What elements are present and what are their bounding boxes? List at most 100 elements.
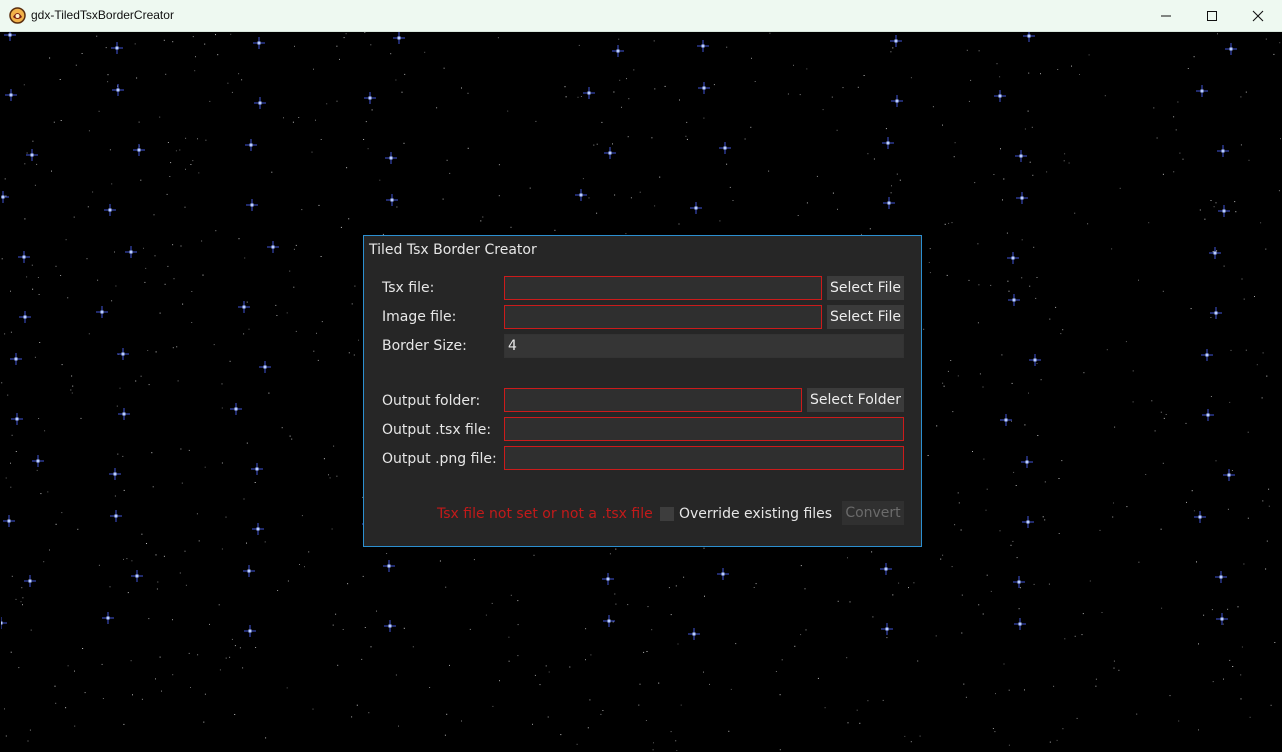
star-sparkle-icon	[125, 246, 137, 258]
star-sparkle-icon	[111, 42, 123, 54]
star-sparkle-icon	[384, 620, 396, 632]
star-sparkle-icon	[1023, 32, 1035, 42]
title-bar: gdx-TiledTsxBorderCreator	[0, 0, 1282, 32]
star-sparkle-icon	[133, 144, 145, 156]
star-sparkle-icon	[612, 45, 624, 57]
star-sparkle-icon	[697, 40, 709, 52]
star-sparkle-icon	[1209, 247, 1221, 259]
override-checkbox[interactable]	[660, 507, 674, 521]
star-sparkle-icon	[1225, 43, 1237, 55]
star-sparkle-icon	[254, 97, 266, 109]
border-size-label: Border Size:	[382, 338, 467, 354]
star-sparkle-icon	[1015, 150, 1027, 162]
star-sparkle-icon	[994, 90, 1006, 102]
star-sparkle-icon	[881, 623, 893, 635]
output-png-label: Output .png file:	[382, 451, 497, 467]
star-sparkle-icon	[688, 628, 700, 640]
star-sparkle-icon	[882, 137, 894, 149]
star-sparkle-icon	[24, 575, 36, 587]
override-checkbox-label[interactable]: Override existing files	[679, 506, 832, 522]
star-sparkle-icon	[243, 565, 255, 577]
star-sparkle-icon	[251, 463, 263, 475]
output-tsx-label: Output .tsx file:	[382, 422, 492, 438]
output-folder-label: Output folder:	[382, 393, 481, 409]
output-tsx-input[interactable]	[504, 417, 904, 441]
star-sparkle-icon	[1022, 516, 1034, 528]
minimize-icon	[1161, 15, 1171, 17]
star-sparkle-icon	[244, 625, 256, 637]
star-sparkle-icon	[3, 515, 15, 527]
tsx-file-input[interactable]	[504, 276, 822, 300]
star-sparkle-icon	[890, 35, 902, 47]
star-sparkle-icon	[1223, 469, 1235, 481]
validation-error-text: Tsx file not set or not a .tsx file	[437, 506, 653, 522]
image-file-input[interactable]	[504, 305, 822, 329]
star-sparkle-icon	[698, 82, 710, 94]
star-sparkle-icon	[583, 87, 595, 99]
star-sparkle-icon	[1016, 192, 1028, 204]
star-sparkle-icon	[19, 311, 31, 323]
star-sparkle-icon	[96, 306, 108, 318]
game-canvas: Tiled Tsx Border Creator Tsx file: Selec…	[1, 32, 1281, 751]
star-sparkle-icon	[131, 570, 143, 582]
star-sparkle-icon	[1194, 511, 1206, 523]
close-button[interactable]	[1235, 0, 1281, 32]
star-sparkle-icon	[1218, 205, 1230, 217]
star-sparkle-icon	[891, 95, 903, 107]
star-sparkle-icon	[18, 251, 30, 263]
star-sparkle-icon	[1215, 571, 1227, 583]
star-sparkle-icon	[4, 32, 16, 41]
star-sparkle-icon	[117, 348, 129, 360]
maximize-button[interactable]	[1189, 0, 1235, 32]
star-sparkle-icon	[11, 413, 23, 425]
maximize-icon	[1207, 11, 1217, 21]
output-png-input[interactable]	[504, 446, 904, 470]
star-sparkle-icon	[719, 142, 731, 154]
output-folder-input[interactable]	[504, 388, 802, 412]
star-sparkle-icon	[690, 202, 702, 214]
star-sparkle-icon	[1216, 613, 1228, 625]
star-sparkle-icon	[5, 89, 17, 101]
minimize-button[interactable]	[1143, 0, 1189, 32]
select-output-folder-button[interactable]: Select Folder	[807, 388, 904, 412]
star-sparkle-icon	[109, 468, 121, 480]
star-sparkle-icon	[383, 560, 395, 572]
star-sparkle-icon	[1021, 456, 1033, 468]
tsx-file-label: Tsx file:	[382, 280, 435, 296]
star-sparkle-icon	[1201, 349, 1213, 361]
star-sparkle-icon	[1202, 409, 1214, 421]
star-sparkle-icon	[603, 615, 615, 627]
star-sparkle-icon	[1029, 354, 1041, 366]
star-sparkle-icon	[386, 194, 398, 206]
star-sparkle-icon	[26, 149, 38, 161]
star-sparkle-icon	[1014, 618, 1026, 630]
star-sparkle-icon	[602, 573, 614, 585]
star-sparkle-icon	[1, 617, 7, 629]
star-sparkle-icon	[238, 301, 250, 313]
star-sparkle-icon	[32, 455, 44, 467]
star-sparkle-icon	[259, 361, 271, 373]
star-sparkle-icon	[717, 568, 729, 580]
star-sparkle-icon	[245, 139, 257, 151]
select-tsx-file-button[interactable]: Select File	[827, 276, 904, 300]
star-sparkle-icon	[1007, 252, 1019, 264]
close-icon	[1252, 10, 1264, 22]
star-sparkle-icon	[252, 523, 264, 535]
convert-button[interactable]: Convert	[842, 501, 904, 525]
star-sparkle-icon	[112, 84, 124, 96]
image-file-label: Image file:	[382, 309, 457, 325]
star-sparkle-icon	[1, 191, 9, 203]
star-sparkle-icon	[575, 189, 587, 201]
select-image-file-button[interactable]: Select File	[827, 305, 904, 329]
star-sparkle-icon	[604, 147, 616, 159]
star-sparkle-icon	[1217, 145, 1229, 157]
star-sparkle-icon	[883, 197, 895, 209]
border-creator-dialog: Tiled Tsx Border Creator Tsx file: Selec…	[363, 235, 922, 547]
star-sparkle-icon	[267, 241, 279, 253]
star-sparkle-icon	[880, 563, 892, 575]
star-sparkle-icon	[104, 204, 116, 216]
app-icon	[9, 7, 26, 24]
star-sparkle-icon	[393, 32, 405, 44]
border-size-input[interactable]: 4	[504, 334, 904, 358]
star-sparkle-icon	[110, 510, 122, 522]
